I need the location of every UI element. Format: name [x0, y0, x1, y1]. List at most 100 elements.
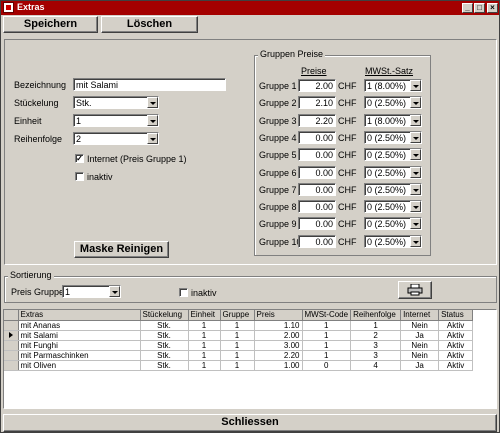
table-cell[interactable]: 1 — [188, 320, 221, 331]
table-cell[interactable]: Stk. — [140, 320, 189, 331]
table-cell[interactable]: 2.20 — [254, 350, 303, 361]
table-cell[interactable]: mit Parmaschinken — [18, 350, 141, 361]
table-cell[interactable]: 1.10 — [254, 320, 303, 331]
table-cell[interactable]: 1 — [188, 330, 221, 341]
table-cell[interactable]: 1.00 — [254, 360, 303, 371]
chevron-down-icon[interactable] — [410, 132, 421, 143]
column-header[interactable]: MWSt-Code — [302, 310, 352, 321]
group-price-input[interactable]: 2.10 — [298, 96, 336, 109]
table-cell[interactable]: Stk. — [140, 340, 189, 351]
table-cell[interactable]: Nein — [400, 340, 440, 351]
table-cell[interactable]: 1 — [220, 340, 255, 351]
group-mwst-select[interactable]: 0 (2.50%) — [364, 217, 422, 230]
preis-gruppe-select[interactable]: 1 — [62, 285, 121, 298]
table-cell[interactable]: 3.00 — [254, 340, 303, 351]
table-cell[interactable]: 3 — [350, 340, 402, 351]
table-cell[interactable]: 1 — [302, 350, 352, 361]
extras-table[interactable]: Extras Stückelung Einheit Gruppe Preis MWSt-C… — [3, 309, 497, 409]
group-price-input[interactable]: 2.20 — [298, 114, 336, 127]
group-mwst-select[interactable]: 1 (8.00%) — [364, 79, 422, 92]
column-header[interactable]: Internet — [400, 310, 440, 321]
table-cell[interactable]: Stk. — [140, 330, 189, 341]
chevron-down-icon[interactable] — [147, 133, 158, 144]
table-cell[interactable]: Aktiv — [438, 350, 474, 361]
table-row[interactable]: mit Parmaschinken Stk. 1 1 2.20 1 3 Nein Aktiv — [4, 350, 474, 361]
table-cell[interactable]: 1 — [302, 320, 352, 331]
table-cell[interactable]: 2.00 — [254, 330, 303, 341]
print-button[interactable] — [398, 281, 432, 299]
stueckelung-select[interactable]: Stk. — [73, 96, 159, 109]
save-button[interactable]: Speichern — [3, 16, 98, 33]
chevron-down-icon[interactable] — [410, 149, 421, 160]
row-indicator[interactable] — [4, 340, 19, 351]
row-indicator[interactable] — [4, 360, 19, 371]
group-mwst-select[interactable]: 0 (2.50%) — [364, 148, 422, 161]
table-cell[interactable]: Nein — [400, 320, 440, 331]
table-cell[interactable]: Aktiv — [438, 360, 474, 371]
column-header[interactable]: Extras — [18, 310, 141, 321]
table-cell[interactable]: mit Oliven — [18, 360, 141, 371]
title-bar[interactable]: Extras _ □ × — [1, 1, 499, 15]
reset-form-button[interactable]: Maske Reinigen — [74, 241, 169, 258]
bezeichnung-input[interactable]: mit Salami — [73, 78, 226, 91]
table-row[interactable]: mit Oliven Stk. 1 1 1.00 0 4 Ja Aktiv — [4, 360, 474, 371]
group-mwst-select[interactable]: 0 (2.50%) — [364, 96, 422, 109]
table-cell[interactable]: 1 — [220, 330, 255, 341]
table-cell[interactable]: Ja — [400, 330, 440, 341]
table-cell[interactable]: Stk. — [140, 360, 189, 371]
column-header[interactable]: Status — [438, 310, 474, 321]
group-price-input[interactable]: 0.00 — [298, 131, 336, 144]
maximize-button[interactable]: □ — [474, 3, 485, 13]
group-mwst-select[interactable]: 0 (2.50%) — [364, 200, 422, 213]
group-mwst-select[interactable]: 0 (2.50%) — [364, 183, 422, 196]
chevron-down-icon[interactable] — [410, 97, 421, 108]
group-price-input[interactable]: 0.00 — [298, 183, 336, 196]
table-cell[interactable]: 0 — [302, 360, 352, 371]
delete-button[interactable]: Löschen — [101, 16, 198, 33]
table-row[interactable]: mit Ananas Stk. 1 1 1.10 1 1 Nein Aktiv — [4, 320, 474, 331]
chevron-down-icon[interactable] — [410, 80, 421, 91]
table-cell[interactable]: 1 — [220, 350, 255, 361]
table-cell[interactable]: 1 — [188, 360, 221, 371]
table-cell[interactable]: mit Funghi — [18, 340, 141, 351]
table-cell[interactable]: mit Ananas — [18, 320, 141, 331]
table-cell[interactable]: 1 — [188, 340, 221, 351]
table-cell[interactable]: 1 — [188, 350, 221, 361]
table-cell[interactable]: Nein — [400, 350, 440, 361]
chevron-down-icon[interactable] — [109, 286, 120, 297]
table-cell[interactable]: 2 — [350, 330, 402, 341]
column-header[interactable]: Reihenfolge — [350, 310, 402, 321]
column-header[interactable]: Einheit — [188, 310, 221, 321]
close-window-button[interactable]: × — [487, 3, 498, 13]
table-cell[interactable]: Aktiv — [438, 340, 474, 351]
table-cell[interactable]: 1 — [302, 330, 352, 341]
table-cell[interactable]: 1 — [302, 340, 352, 351]
group-price-input[interactable]: 2.00 — [298, 79, 336, 92]
table-cell[interactable]: Stk. — [140, 350, 189, 361]
close-button[interactable]: Schliessen — [3, 414, 497, 432]
table-cell[interactable]: Aktiv — [438, 330, 474, 341]
group-price-input[interactable]: 0.00 — [298, 217, 336, 230]
table-cell[interactable]: 1 — [350, 320, 402, 331]
einheit-select[interactable]: 1 — [73, 114, 159, 127]
sort-inaktiv-checkbox[interactable] — [179, 288, 188, 297]
group-mwst-select[interactable]: 0 (2.50%) — [364, 131, 422, 144]
table-cell[interactable]: 1 — [220, 360, 255, 371]
table-cell[interactable]: Aktiv — [438, 320, 474, 331]
row-indicator[interactable] — [4, 350, 19, 361]
chevron-down-icon[interactable] — [410, 167, 421, 178]
group-price-input[interactable]: 0.00 — [298, 235, 336, 248]
column-header[interactable]: Stückelung — [140, 310, 189, 321]
reihenfolge-select[interactable]: 2 — [73, 132, 159, 145]
chevron-down-icon[interactable] — [410, 218, 421, 229]
row-indicator[interactable] — [4, 330, 19, 341]
chevron-down-icon[interactable] — [410, 184, 421, 195]
group-price-input[interactable]: 0.00 — [298, 200, 336, 213]
table-cell[interactable]: 1 — [220, 320, 255, 331]
table-cell[interactable]: 3 — [350, 350, 402, 361]
table-cell[interactable]: mit Salami — [18, 330, 141, 341]
row-indicator[interactable] — [4, 320, 19, 331]
column-header[interactable]: Gruppe — [220, 310, 255, 321]
table-cell[interactable]: 4 — [350, 360, 402, 371]
internet-checkbox[interactable]: ✓ — [75, 154, 84, 163]
